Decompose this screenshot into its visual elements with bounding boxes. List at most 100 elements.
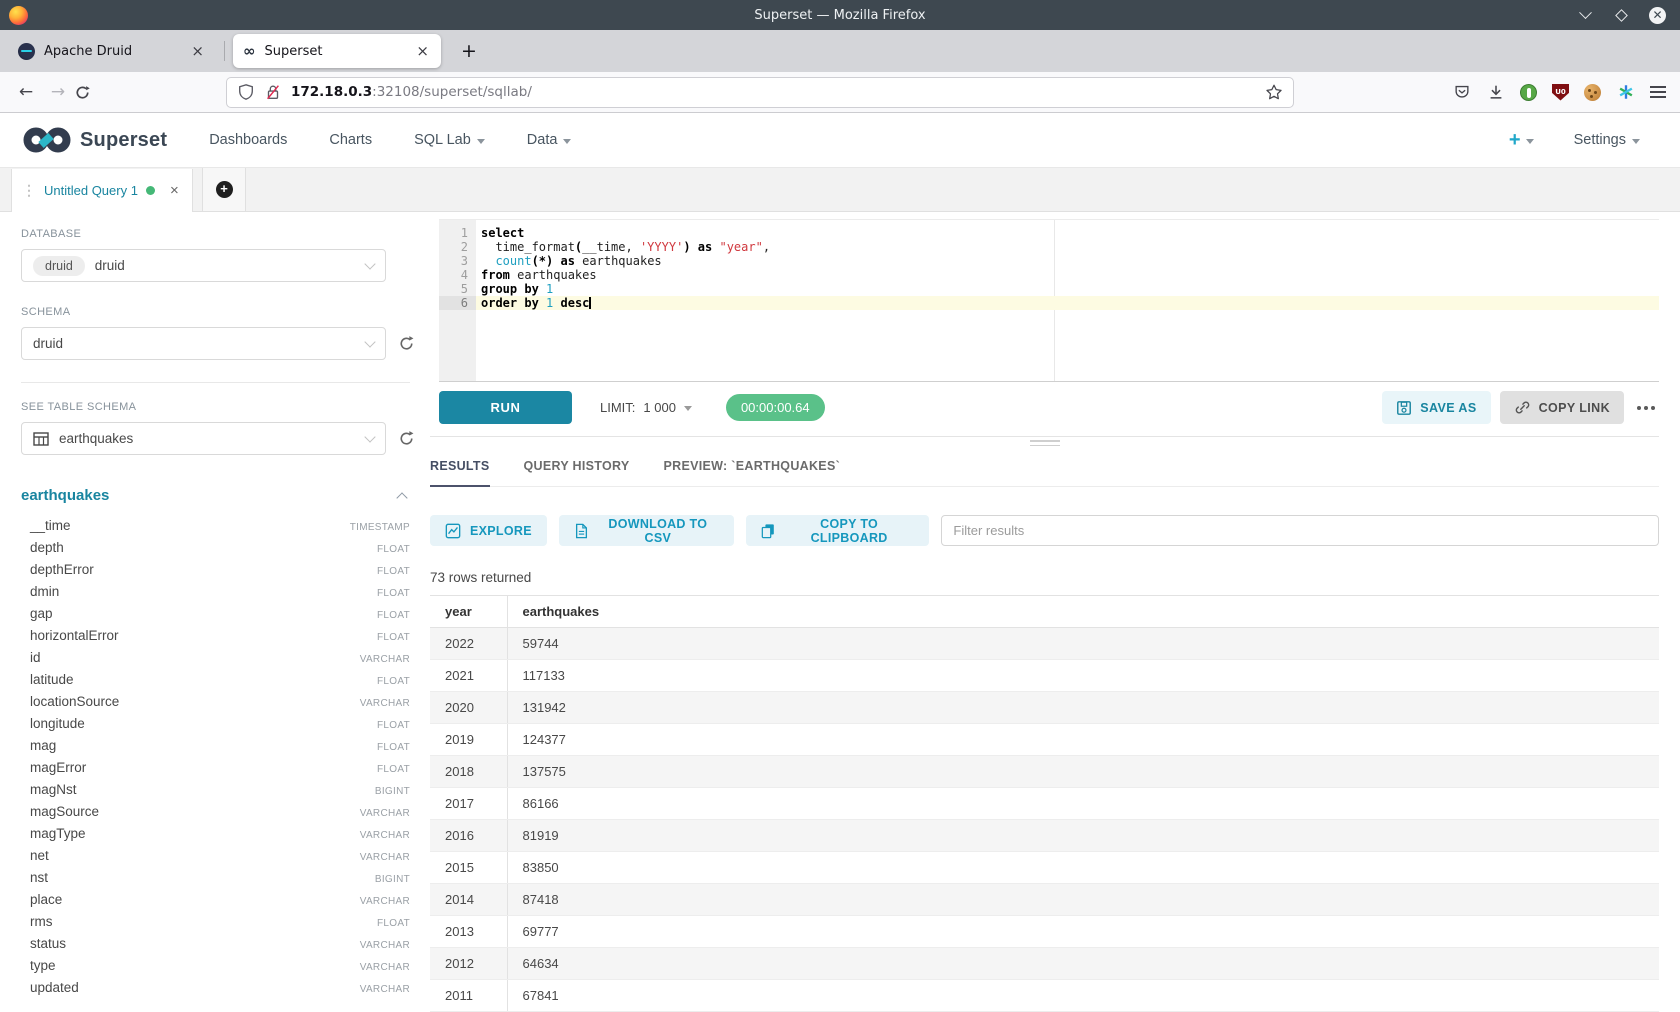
column-row[interactable]: __timeTIMESTAMP bbox=[21, 518, 410, 540]
database-select[interactable]: druid druid bbox=[21, 249, 386, 282]
column-header-earthquakes[interactable]: earthquakes bbox=[507, 596, 1659, 628]
sql-code-editor[interactable]: 123456 select time_format(__time, 'YYYY'… bbox=[439, 219, 1659, 382]
drag-handle-icon[interactable]: ⋮ bbox=[22, 182, 36, 199]
close-button[interactable]: ✕ bbox=[1649, 7, 1666, 24]
column-row[interactable]: statusVARCHAR bbox=[21, 936, 410, 958]
insecure-lock-icon[interactable] bbox=[264, 83, 282, 101]
new-tab-button[interactable]: + bbox=[453, 38, 485, 64]
table-row[interactable]: 2021117133 bbox=[430, 660, 1659, 692]
run-button[interactable]: RUN bbox=[439, 391, 572, 424]
column-row[interactable]: magTypeVARCHAR bbox=[21, 826, 410, 848]
column-row[interactable]: depthErrorFLOAT bbox=[21, 562, 410, 584]
column-row[interactable]: placeVARCHAR bbox=[21, 892, 410, 914]
forward-button[interactable]: → bbox=[42, 82, 74, 102]
table-schema-title[interactable]: earthquakes bbox=[21, 487, 109, 504]
minimize-button[interactable] bbox=[1577, 7, 1593, 23]
table-row[interactable]: 201167841 bbox=[430, 980, 1659, 1012]
refresh-tables-icon[interactable] bbox=[397, 429, 416, 448]
add-query-tab-icon[interactable]: + bbox=[216, 181, 233, 198]
column-row[interactable]: latitudeFLOAT bbox=[21, 672, 410, 694]
column-header-year[interactable]: year bbox=[430, 596, 507, 628]
colorful-extension-icon[interactable] bbox=[1616, 83, 1635, 102]
limit-dropdown[interactable]: LIMIT: 1 000 bbox=[600, 400, 692, 415]
downloads-icon[interactable] bbox=[1486, 83, 1505, 102]
table-row[interactable]: 201487418 bbox=[430, 884, 1659, 916]
new-item-button[interactable]: + bbox=[1509, 129, 1534, 152]
tab-close-icon[interactable]: × bbox=[414, 42, 431, 60]
table-select[interactable]: earthquakes bbox=[21, 422, 386, 455]
nav-sql-lab[interactable]: SQL Lab bbox=[414, 132, 485, 148]
pocket-icon[interactable] bbox=[1452, 83, 1471, 102]
table-row[interactable]: 2018137575 bbox=[430, 756, 1659, 788]
database-backend-pill: druid bbox=[33, 256, 85, 276]
reload-button[interactable] bbox=[74, 84, 106, 101]
nav-charts[interactable]: Charts bbox=[329, 132, 372, 148]
table-row[interactable]: 2019124377 bbox=[430, 724, 1659, 756]
code-line[interactable]: from earthquakes bbox=[476, 268, 1659, 282]
tab-preview-earthquakes[interactable]: PREVIEW: `EARTHQUAKES` bbox=[664, 459, 841, 486]
editor-code[interactable]: select time_format(__time, 'YYYY') as "y… bbox=[476, 220, 1659, 310]
table-row[interactable]: 201369777 bbox=[430, 916, 1659, 948]
column-row[interactable]: netVARCHAR bbox=[21, 848, 410, 870]
copy-link-button[interactable]: COPY LINK bbox=[1500, 391, 1624, 424]
column-row[interactable]: updatedVARCHAR bbox=[21, 980, 410, 1002]
table-row[interactable]: 201681919 bbox=[430, 820, 1659, 852]
column-row[interactable]: locationSourceVARCHAR bbox=[21, 694, 410, 716]
table-row[interactable]: 201786166 bbox=[430, 788, 1659, 820]
shield-icon[interactable] bbox=[237, 83, 255, 101]
column-row[interactable]: depthFLOAT bbox=[21, 540, 410, 562]
code-line[interactable]: select bbox=[476, 226, 1659, 240]
column-row[interactable]: magFLOAT bbox=[21, 738, 410, 760]
column-row[interactable]: horizontalErrorFLOAT bbox=[21, 628, 410, 650]
maximize-button[interactable] bbox=[1613, 7, 1629, 23]
column-row[interactable]: magErrorFLOAT bbox=[21, 760, 410, 782]
explore-button[interactable]: EXPLORE bbox=[430, 515, 547, 546]
column-row[interactable]: typeVARCHAR bbox=[21, 958, 410, 980]
code-line[interactable]: group by 1 bbox=[476, 282, 1659, 296]
column-row[interactable]: rmsFLOAT bbox=[21, 914, 410, 936]
browser-tab-apache-druid[interactable]: Apache Druid × bbox=[8, 34, 216, 68]
code-line[interactable]: time_format(__time, 'YYYY') as "year", bbox=[476, 240, 1659, 254]
ublock-origin-icon[interactable]: U0 bbox=[1552, 84, 1569, 101]
column-row[interactable]: idVARCHAR bbox=[21, 650, 410, 672]
table-row[interactable]: 201583850 bbox=[430, 852, 1659, 884]
table-row[interactable]: 201264634 bbox=[430, 948, 1659, 980]
column-row[interactable]: magNstBIGINT bbox=[21, 782, 410, 804]
browser-tab-superset[interactable]: ∞ Superset × bbox=[233, 34, 441, 68]
filter-results-input[interactable] bbox=[941, 515, 1659, 546]
nav-dashboards[interactable]: Dashboards bbox=[209, 132, 287, 148]
collapse-icon[interactable] bbox=[396, 492, 407, 503]
settings-menu[interactable]: Settings bbox=[1574, 132, 1640, 148]
more-options-button[interactable] bbox=[1633, 400, 1659, 416]
extension-icon[interactable] bbox=[1520, 84, 1537, 101]
column-row[interactable]: magSourceVARCHAR bbox=[21, 804, 410, 826]
menu-icon[interactable] bbox=[1650, 86, 1666, 98]
superset-logo[interactable]: Superset bbox=[21, 125, 167, 155]
query-tab-untitled-query-1[interactable]: ⋮ Untitled Query 1 × bbox=[11, 169, 193, 212]
url-bar[interactable]: 172.18.0.3:32108/superset/sqllab/ bbox=[226, 77, 1294, 108]
copy-to-clipboard-button[interactable]: COPY TO CLIPBOARD bbox=[746, 515, 930, 546]
column-type: FLOAT bbox=[377, 742, 410, 753]
column-row[interactable]: dminFLOAT bbox=[21, 584, 410, 606]
close-query-tab-icon[interactable]: × bbox=[170, 182, 179, 199]
column-row[interactable]: longitudeFLOAT bbox=[21, 716, 410, 738]
table-row[interactable]: 202259744 bbox=[430, 628, 1659, 660]
tab-results[interactable]: RESULTS bbox=[430, 459, 490, 487]
code-line[interactable]: count(*) as earthquakes bbox=[476, 254, 1659, 268]
tab-close-icon[interactable]: × bbox=[189, 42, 206, 60]
bookmark-star-icon[interactable] bbox=[1265, 83, 1283, 101]
nav-data[interactable]: Data bbox=[527, 132, 572, 148]
download-csv-button[interactable]: DOWNLOAD TO CSV bbox=[559, 515, 734, 546]
column-row[interactable]: gapFLOAT bbox=[21, 606, 410, 628]
code-line[interactable]: order by 1 desc bbox=[476, 296, 1659, 310]
resize-drag-handle[interactable] bbox=[1030, 440, 1060, 446]
tab-query-history[interactable]: QUERY HISTORY bbox=[524, 459, 630, 486]
back-button[interactable]: ← bbox=[10, 82, 42, 102]
save-as-button[interactable]: SAVE AS bbox=[1382, 391, 1490, 424]
cookie-extension-icon[interactable] bbox=[1584, 84, 1601, 101]
add-query-tab-cell[interactable]: + bbox=[202, 168, 246, 211]
table-row[interactable]: 2020131942 bbox=[430, 692, 1659, 724]
column-row[interactable]: nstBIGINT bbox=[21, 870, 410, 892]
schema-select[interactable]: druid bbox=[21, 327, 386, 360]
refresh-schemas-icon[interactable] bbox=[397, 334, 416, 353]
